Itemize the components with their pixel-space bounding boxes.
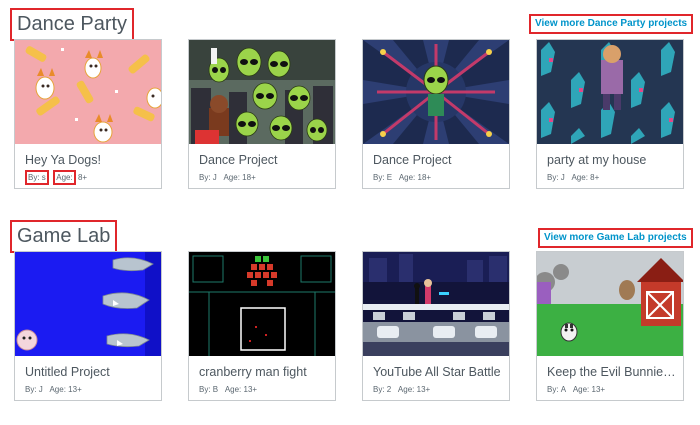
- age-value: 18+: [417, 173, 432, 182]
- by-label: By:: [199, 173, 211, 182]
- project-thumbnail: [537, 40, 683, 144]
- project-title: Dance Project: [373, 153, 452, 167]
- project-card[interactable]: Keep the Evil Bunnies Out By: A Age: 13+: [536, 251, 684, 401]
- author-name: B: [212, 385, 219, 394]
- age-value: 13+: [416, 385, 431, 394]
- author-name: E: [386, 173, 393, 182]
- age-label: Age:: [49, 385, 66, 394]
- section-title: Game Lab: [10, 220, 118, 253]
- age-label: Age:: [398, 173, 416, 182]
- author-name: J: [38, 385, 43, 394]
- project-meta: By: B Age: 13+: [199, 385, 257, 394]
- age-value: 18+: [242, 173, 256, 182]
- by-label: By:: [547, 173, 559, 182]
- project-card[interactable]: Hey Ya Dogs! By: s Age: 8+: [14, 39, 162, 189]
- age-value: 13+: [243, 385, 258, 394]
- age-value: 8+: [77, 173, 88, 182]
- view-more-link[interactable]: View more Dance Party projects: [529, 14, 694, 34]
- project-thumbnail: [189, 40, 335, 144]
- project-meta: By: 2 Age: 13+: [373, 385, 430, 394]
- by-label: By:: [547, 385, 559, 394]
- by-label: By:: [28, 173, 40, 182]
- author-label: By: s: [25, 170, 49, 185]
- project-thumbnail: [537, 252, 683, 356]
- by-label: By:: [373, 173, 385, 182]
- project-title: Dance Project: [199, 153, 278, 167]
- section-title: Dance Party: [10, 8, 135, 41]
- project-thumbnail: [363, 40, 509, 144]
- project-meta: By: J Age: 13+: [25, 385, 82, 394]
- project-card[interactable]: Dance Project By: J Age: 18+: [188, 39, 336, 189]
- project-meta: By: E Age: 18+: [373, 173, 431, 182]
- by-label: By:: [373, 385, 385, 394]
- project-meta: By: s Age: 8+: [25, 170, 88, 185]
- project-thumbnail: [363, 252, 509, 356]
- age-label: Age:: [572, 385, 590, 394]
- age-label: Age:: [397, 385, 415, 394]
- project-title: Untitled Project: [25, 365, 110, 379]
- project-card[interactable]: Dance Project By: E Age: 18+: [362, 39, 510, 189]
- project-meta: By: A Age: 13+: [547, 385, 605, 394]
- project-title: cranberry man fight: [199, 365, 307, 379]
- project-card[interactable]: cranberry man fight By: B Age: 13+: [188, 251, 336, 401]
- age-value: 13+: [591, 385, 606, 394]
- age-label: Age:: [571, 173, 588, 182]
- project-card[interactable]: Untitled Project By: J Age: 13+: [14, 251, 162, 401]
- view-more-link[interactable]: View more Game Lab projects: [538, 228, 693, 248]
- author-name: 2: [386, 385, 392, 394]
- age-label: Age:: [53, 170, 76, 185]
- age-label: Age:: [223, 173, 240, 182]
- project-thumbnail: [15, 40, 161, 144]
- project-card[interactable]: YouTube All Star Battle By: 2 Age: 13+: [362, 251, 510, 401]
- age-value: 8+: [590, 173, 600, 182]
- author-name: A: [560, 385, 567, 394]
- author-name: J: [212, 173, 217, 182]
- project-thumbnail: [15, 252, 161, 356]
- project-meta: By: J Age: 8+: [547, 173, 599, 182]
- project-title: Keep the Evil Bunnies Out: [547, 365, 677, 379]
- project-card[interactable]: party at my house By: J Age: 8+: [536, 39, 684, 189]
- age-label: Age:: [224, 385, 242, 394]
- age-value: 13+: [68, 385, 82, 394]
- author-name: s: [41, 173, 46, 182]
- project-meta: By: J Age: 18+: [199, 173, 256, 182]
- author-name: J: [560, 173, 565, 182]
- project-title: Hey Ya Dogs!: [25, 153, 101, 167]
- by-label: By:: [199, 385, 211, 394]
- by-label: By:: [25, 385, 37, 394]
- project-title: party at my house: [547, 153, 647, 167]
- project-thumbnail: [189, 252, 335, 356]
- project-title: YouTube All Star Battle: [373, 365, 501, 379]
